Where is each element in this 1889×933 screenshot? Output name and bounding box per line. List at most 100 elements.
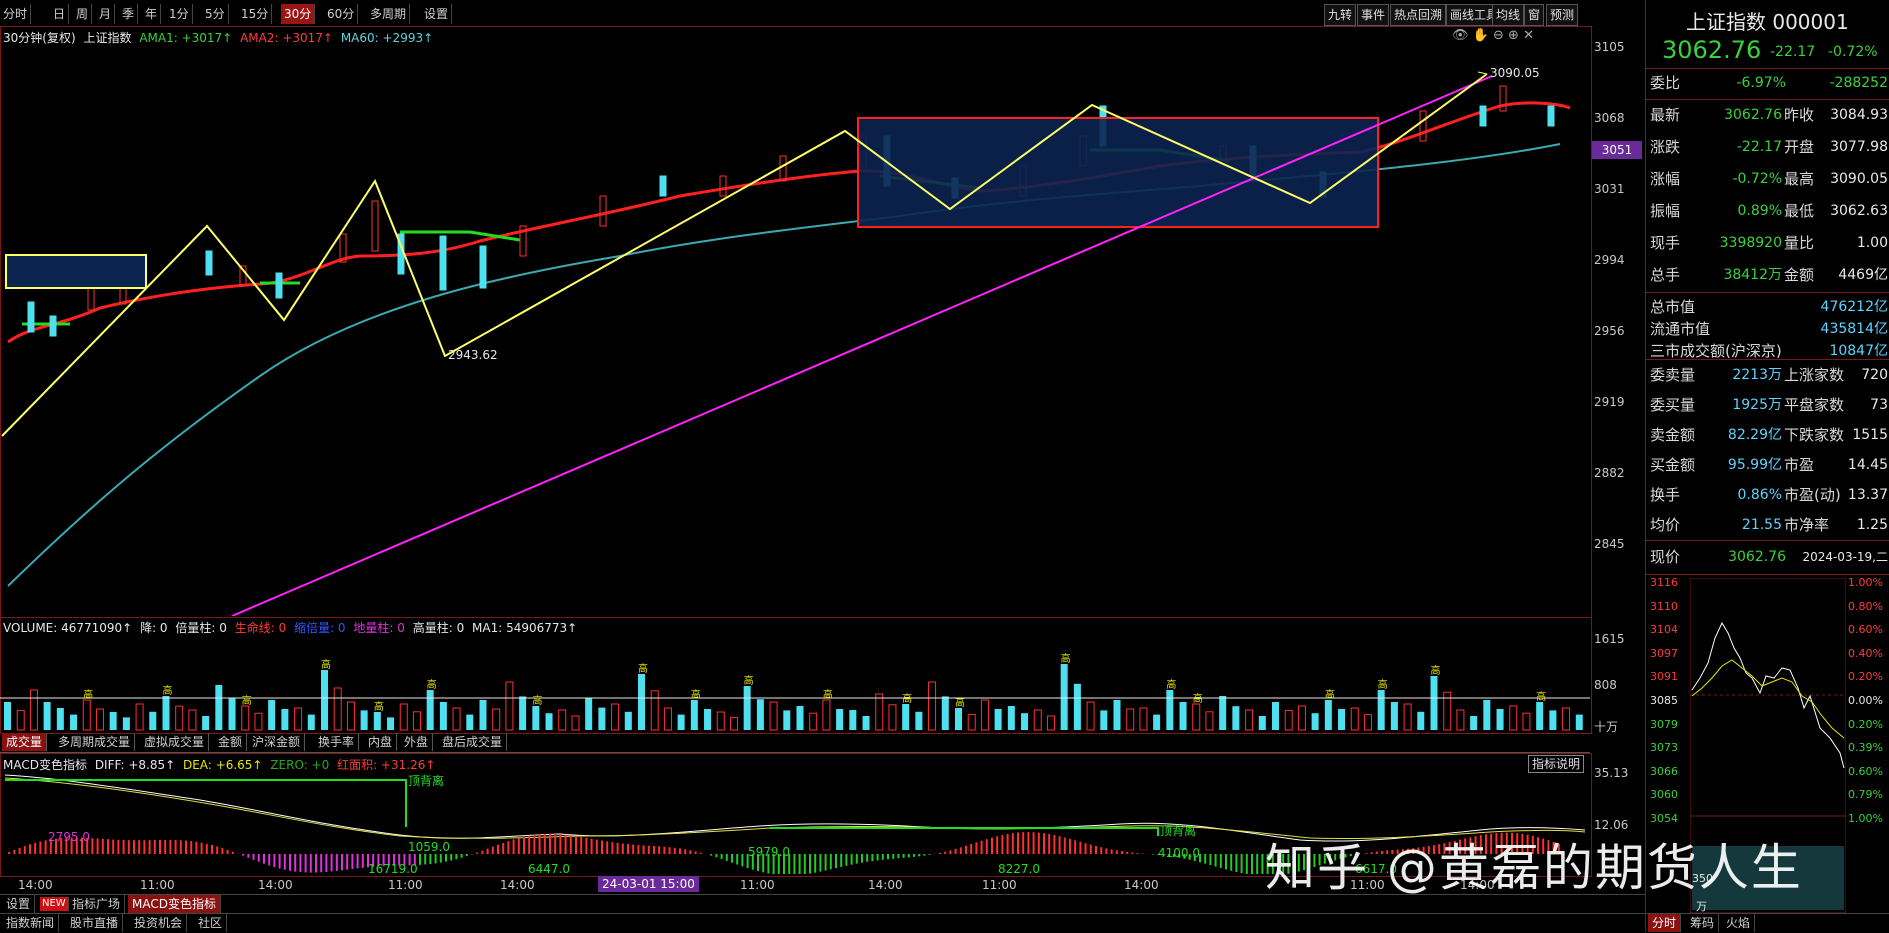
volume-bar bbox=[1284, 709, 1293, 731]
volume-unit: 十万 bbox=[1594, 720, 1619, 734]
volume-bar-mark: 高 bbox=[532, 694, 542, 707]
volume-bar bbox=[532, 706, 540, 730]
volume-bar bbox=[928, 681, 937, 731]
mini-price-tick: 3104 bbox=[1650, 623, 1678, 637]
tab-flame[interactable]: 火焰 bbox=[1722, 914, 1756, 932]
volume-bar bbox=[598, 707, 606, 730]
volume-tabs: 成交量 多周期成交量 虚拟成交量 金额 沪深金额 换手率 内盘 外盘 盘后成交量 bbox=[0, 733, 1590, 753]
tab-volume[interactable]: 成交量 bbox=[2, 733, 48, 751]
volume-bar-mark: 高 bbox=[1061, 652, 1071, 665]
volume-bar bbox=[519, 696, 527, 730]
quote-tabs: 分时 筹码 火焰 bbox=[1646, 913, 1889, 933]
volume-bar bbox=[1113, 700, 1121, 730]
volume-bar bbox=[690, 700, 698, 730]
ma-button[interactable]: 均线 bbox=[1492, 4, 1525, 26]
hotspot-button[interactable]: 热点回溯 bbox=[1390, 4, 1447, 26]
time-tick: 11:00 bbox=[388, 878, 423, 892]
tab-intraday[interactable]: 分时 bbox=[1648, 914, 1682, 932]
volume-bar bbox=[796, 706, 804, 730]
mini-price-tick: 3097 bbox=[1650, 646, 1678, 660]
divergence-label-1: 顶背离 bbox=[408, 774, 445, 788]
tab-sh-sz-amount[interactable]: 沪深金额 bbox=[248, 733, 306, 751]
volume-bar bbox=[1509, 705, 1518, 731]
quote-title: 上证指数 000001 bbox=[1686, 10, 1849, 34]
cursor-time-label: 24-03-01 15:00 bbox=[598, 876, 699, 892]
volume-bar bbox=[1100, 710, 1108, 730]
community-tab[interactable]: 社区 bbox=[194, 914, 228, 932]
period-day[interactable]: 日 bbox=[50, 4, 70, 24]
tab-outer[interactable]: 外盘 bbox=[400, 733, 434, 751]
volume-bar bbox=[412, 711, 421, 731]
volume-bar bbox=[1403, 703, 1412, 731]
volume-bar bbox=[1060, 664, 1068, 730]
opportunity-tab[interactable]: 投资机会 bbox=[130, 914, 188, 932]
tab-multi-volume[interactable]: 多周期成交量 bbox=[54, 733, 136, 751]
period-5min[interactable]: 5分 bbox=[202, 4, 229, 24]
live-tab[interactable]: 股市直播 bbox=[66, 914, 124, 932]
volume-bar bbox=[466, 714, 474, 730]
quote-change: -22.17 bbox=[1770, 44, 1816, 60]
volume-bar bbox=[888, 704, 897, 731]
volume-bar bbox=[1338, 709, 1346, 730]
period-intraday[interactable]: 分时 bbox=[0, 4, 32, 24]
mini-price-tick: 3079 bbox=[1650, 717, 1678, 731]
volume-bar bbox=[1179, 702, 1187, 730]
volume-gaoliang: 高量柱: 0 bbox=[412, 621, 465, 635]
macd-tab[interactable]: MACD变色指标 bbox=[128, 895, 221, 913]
mini-pct-tick: 0.40% bbox=[1848, 646, 1883, 660]
forecast-button[interactable]: 预测 bbox=[1546, 4, 1579, 26]
volume-bar bbox=[955, 708, 962, 730]
mini-pct-tick: 0.20% bbox=[1848, 717, 1883, 731]
tab-virtual-volume[interactable]: 虚拟成交量 bbox=[140, 733, 210, 751]
mini-price-tick: 3085 bbox=[1650, 694, 1678, 707]
macd-value: 5979.0 bbox=[748, 845, 790, 859]
period-year[interactable]: 年 bbox=[142, 4, 162, 24]
new-badge: NEW bbox=[40, 897, 69, 911]
tab-amount[interactable]: 金额 bbox=[214, 733, 248, 751]
mini-price-tick: 3073 bbox=[1650, 741, 1678, 755]
period-settings[interactable]: 设置 bbox=[421, 4, 453, 24]
low-annotation: 2943.62 bbox=[448, 348, 498, 362]
tab-turnover[interactable]: 换手率 bbox=[314, 733, 360, 751]
time-tick: 14:00 bbox=[18, 878, 53, 892]
period-month[interactable]: 月 bbox=[96, 4, 116, 24]
macd-value: 1059.0 bbox=[408, 840, 450, 854]
volume-bar bbox=[1258, 716, 1266, 730]
volume-bar-mark: 高 bbox=[321, 658, 331, 671]
period-week[interactable]: 周 bbox=[73, 4, 93, 24]
tab-chips[interactable]: 筹码 bbox=[1686, 914, 1720, 932]
volume-bar bbox=[1232, 706, 1240, 730]
tab-inner[interactable]: 内盘 bbox=[364, 733, 398, 751]
tab-after-hours[interactable]: 盘后成交量 bbox=[438, 733, 508, 751]
volume-bar bbox=[862, 716, 870, 730]
volume-bars: 高高高高高高 高高高高高 高高高高高高 高高高 bbox=[0, 652, 1590, 731]
indicator-square-tab[interactable]: 指标广场 bbox=[68, 895, 126, 913]
period-60min[interactable]: 60分 bbox=[324, 4, 359, 24]
index-news-tab[interactable]: 指数新闻 bbox=[2, 914, 60, 932]
volume-bar bbox=[333, 687, 342, 731]
settings-tab[interactable]: 设置 bbox=[2, 895, 36, 913]
volume-bar bbox=[1046, 715, 1055, 731]
period-multi[interactable]: 多周期 bbox=[367, 4, 411, 24]
period-30min[interactable]: 30分 bbox=[281, 4, 316, 24]
volume-bar bbox=[1192, 703, 1201, 731]
period-quarter[interactable]: 季 bbox=[119, 4, 139, 24]
volume-bar bbox=[558, 709, 567, 731]
macd-value: 8227.0 bbox=[998, 862, 1040, 876]
volume-legend: VOLUME: 46771090↑ 降: 0 倍量柱: 0 生命线: 0 缩倍量… bbox=[3, 619, 581, 636]
price-tick: 2882 bbox=[1594, 466, 1625, 480]
period-1min[interactable]: 1分 bbox=[166, 4, 193, 24]
window-button[interactable]: 窗 bbox=[1524, 4, 1545, 26]
quote.rows2-row: 委卖量 2213万 上涨家数 720 bbox=[1650, 366, 1888, 384]
volume-bar bbox=[122, 717, 130, 730]
volume-bar-mark: 高 bbox=[691, 688, 701, 701]
volume-bar bbox=[650, 690, 659, 731]
event-button[interactable]: 事件 bbox=[1357, 4, 1390, 26]
high-annotation: 3090.05 bbox=[1490, 66, 1540, 80]
quote.rows-row: 涨跌 -22.17 开盘 3077.98 bbox=[1650, 138, 1888, 156]
period-15min[interactable]: 15分 bbox=[238, 4, 273, 24]
volume-bar bbox=[175, 705, 184, 731]
jiuzhuan-button[interactable]: 九转 bbox=[1324, 4, 1357, 26]
volume-bar bbox=[980, 699, 989, 731]
time-tick: 11:00 bbox=[982, 878, 1017, 892]
